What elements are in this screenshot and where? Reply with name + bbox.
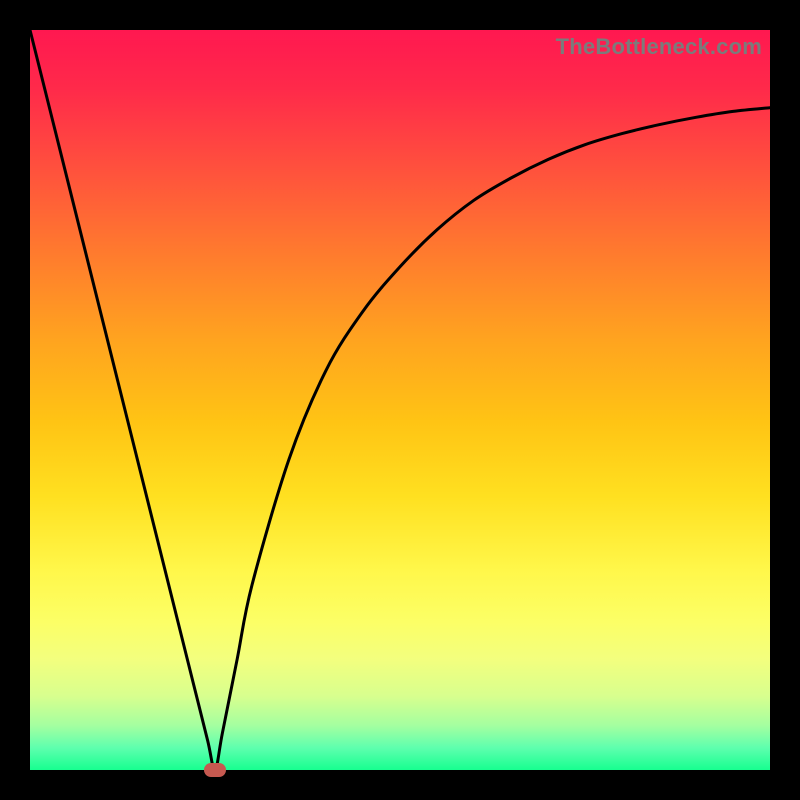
curve-layer: [30, 30, 770, 770]
curve-path: [30, 30, 770, 770]
min-marker: [204, 763, 226, 777]
plot-area: TheBottleneck.com: [30, 30, 770, 770]
chart-frame: TheBottleneck.com: [0, 0, 800, 800]
